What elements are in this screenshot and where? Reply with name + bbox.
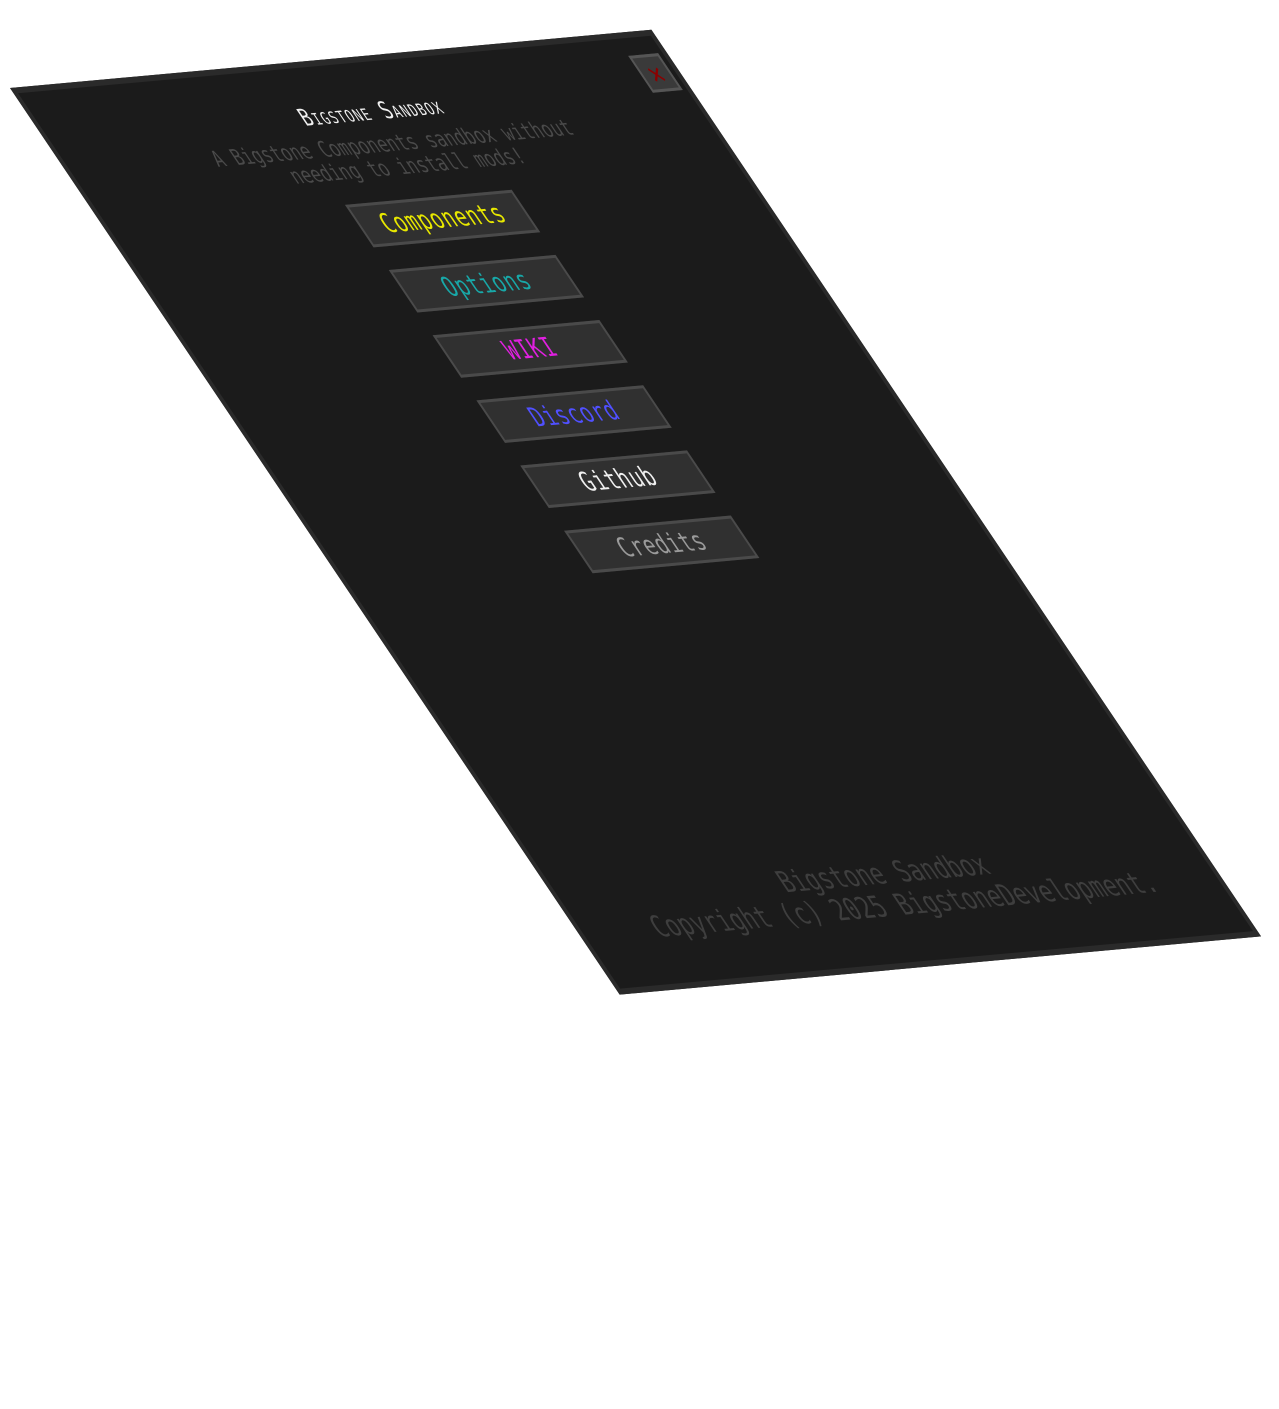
wiki-button[interactable]: WIKI (432, 320, 628, 378)
components-button-label: Components (372, 198, 514, 239)
discord-button[interactable]: Discord (476, 385, 672, 443)
screenshot-stage: ✕ Bigstone Sandbox A Bigstone Components… (0, 0, 1279, 1409)
options-button[interactable]: Options (388, 254, 585, 313)
footer: Bigstone Sandbox Copyright (c) 2025 Bigs… (594, 832, 1192, 945)
discord-button-label: Discord (521, 395, 627, 433)
main-menu-panel: ✕ Bigstone Sandbox A Bigstone Components… (10, 29, 1262, 995)
components-button[interactable]: Components (344, 189, 541, 248)
credits-button[interactable]: Credits (564, 515, 760, 574)
github-button-label: Github (571, 461, 665, 498)
github-button[interactable]: Github (520, 450, 716, 509)
credits-button-label: Credits (609, 525, 715, 564)
wiki-button-label: WIKI (496, 331, 565, 366)
options-button-label: Options (434, 264, 539, 303)
